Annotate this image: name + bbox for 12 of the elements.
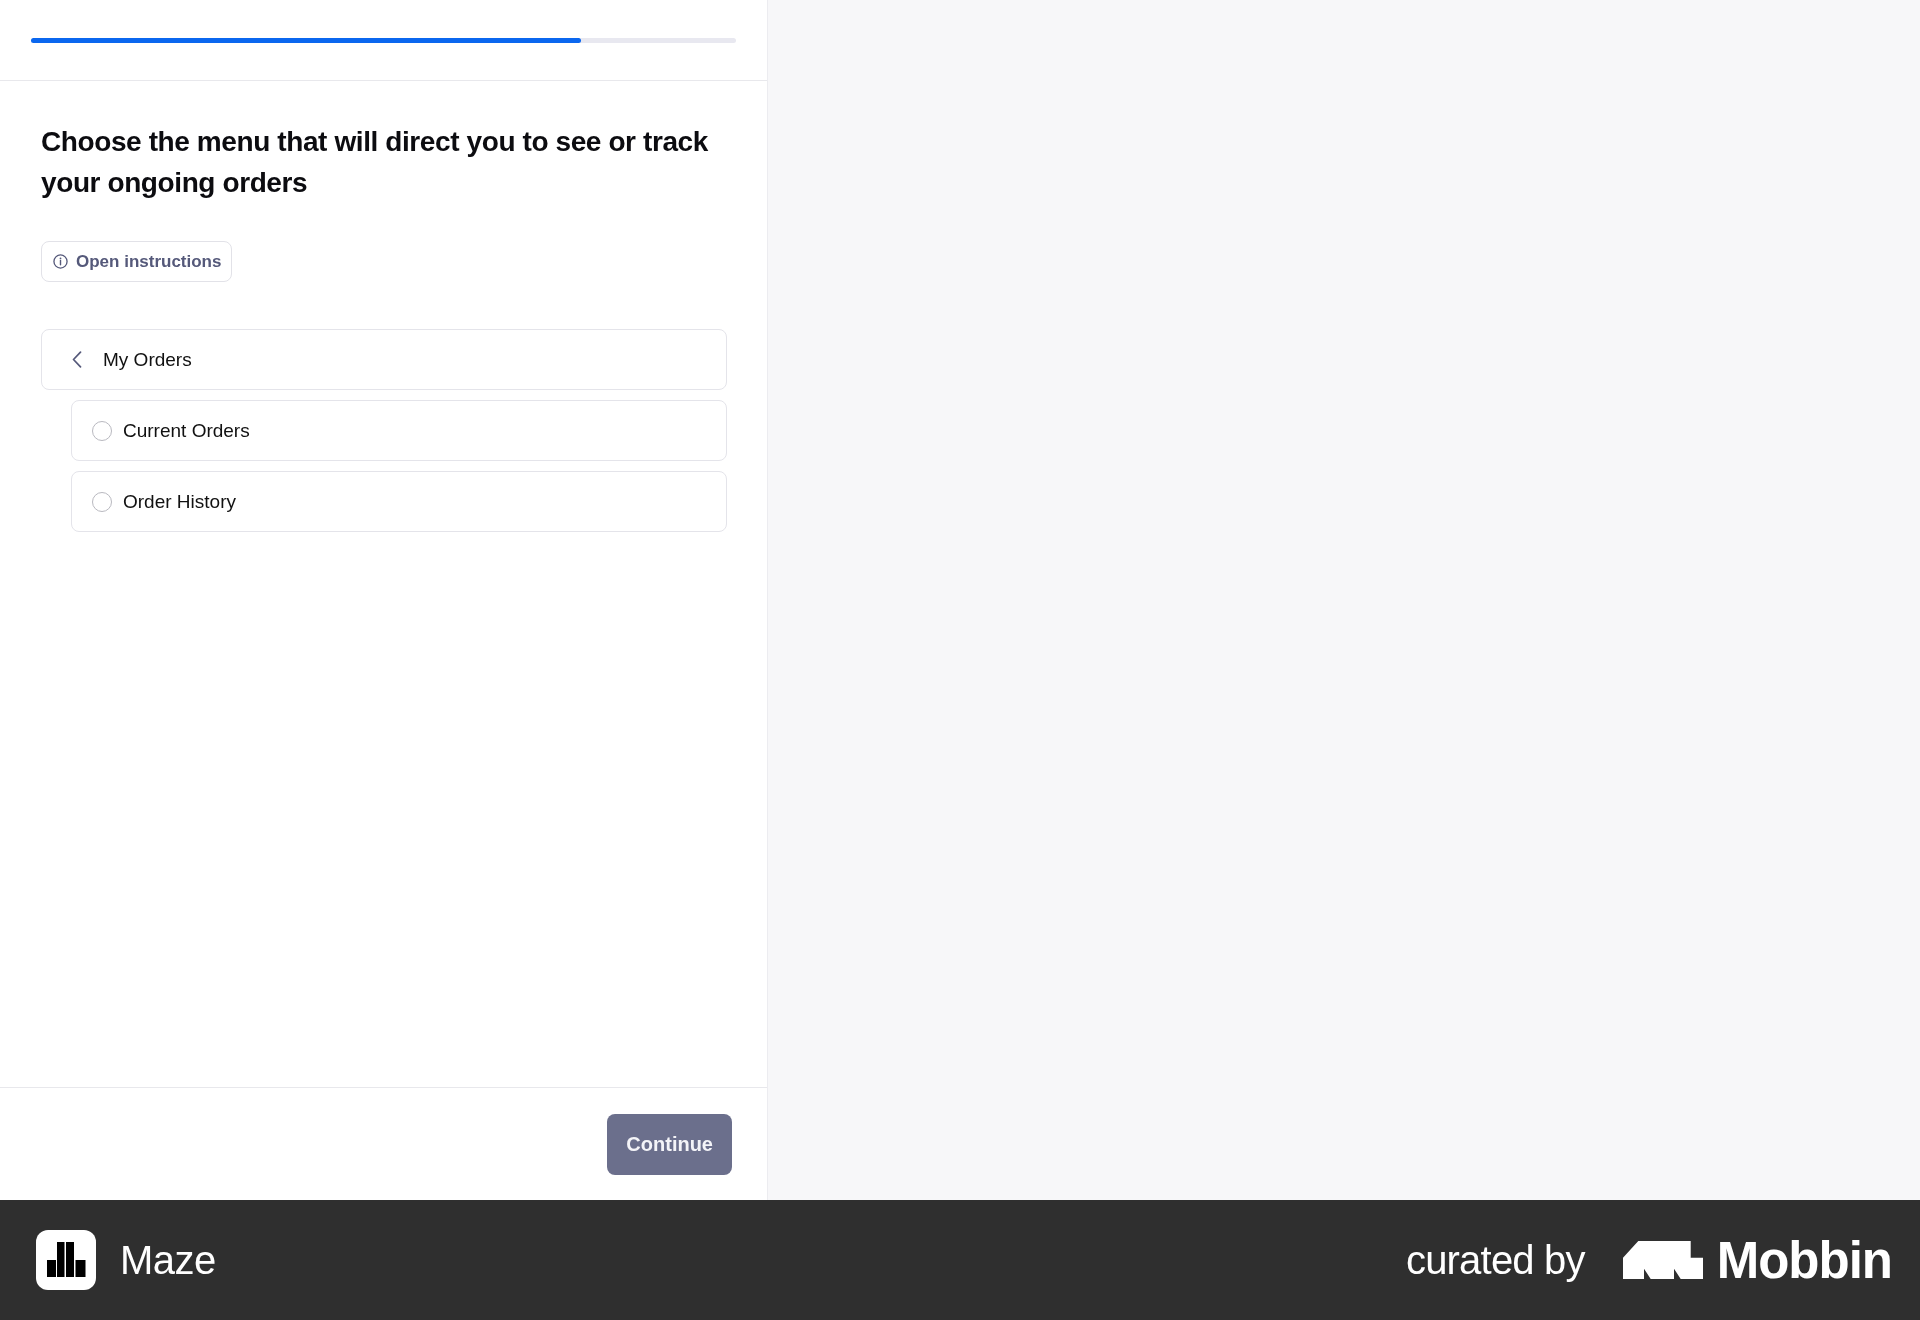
brand-name: Mobbin <box>1716 1230 1892 1290</box>
mobbin-logo-icon <box>1622 1241 1703 1279</box>
menu-option[interactable]: Current Orders <box>71 400 727 461</box>
open-instructions-button[interactable]: Open instructions <box>41 241 233 282</box>
app-name: Maze <box>120 1237 216 1283</box>
chevron-left-icon <box>72 351 82 368</box>
question-title: Choose the menu that will direct you to see or track your ongoing orders <box>41 125 709 200</box>
info-icon <box>53 254 68 269</box>
menu-back-item[interactable]: My Orders <box>41 329 727 390</box>
maze-logo-icon <box>36 1230 96 1290</box>
menu-option[interactable]: Order History <box>71 471 727 532</box>
curated-by-text: curated by <box>1405 1237 1585 1283</box>
